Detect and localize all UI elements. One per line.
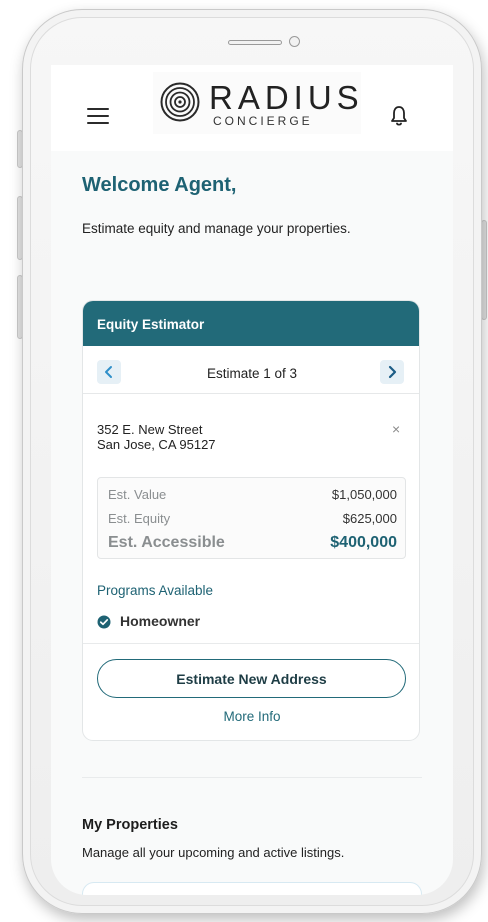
- est-accessible-row: Est. Accessible $400,000: [108, 534, 397, 552]
- est-value-label: Est. Value: [108, 487, 167, 502]
- app-screen: RADIUS CONCIERGE Welcome Agent, Estimate…: [51, 65, 453, 895]
- card-divider: [83, 643, 419, 644]
- logo-wordmark: RADIUS: [209, 79, 364, 116]
- estimate-counter: Estimate 1 of 3: [206, 366, 298, 381]
- address-line-1: 352 E. New Street: [97, 422, 203, 437]
- welcome-subtitle: Estimate equity and manage your properti…: [82, 221, 351, 236]
- phone-speaker: [228, 40, 282, 45]
- top-bar: RADIUS CONCIERGE: [51, 65, 453, 151]
- equity-estimator-card: Equity Estimator Estimate 1 of 3 352 E. …: [82, 300, 420, 741]
- address-line-2: San Jose, CA 95127: [97, 437, 216, 452]
- est-value-row: Est. Value $1,050,000: [108, 487, 397, 502]
- logo[interactable]: RADIUS CONCIERGE: [153, 72, 361, 134]
- equity-estimator-title: Equity Estimator: [83, 301, 419, 346]
- check-circle-icon: [97, 615, 111, 629]
- next-estimate-button[interactable]: [380, 360, 404, 384]
- est-equity-label: Est. Equity: [108, 511, 171, 526]
- property-address: 352 E. New Street San Jose, CA 95127: [97, 422, 216, 452]
- estimate-summary: Est. Value $1,050,000 Est. Equity $625,0…: [97, 477, 406, 559]
- estimate-new-address-button[interactable]: Estimate New Address: [97, 659, 406, 698]
- section-divider: [82, 777, 422, 778]
- program-homeowner: Homeowner: [120, 613, 201, 629]
- bell-icon[interactable]: [390, 105, 408, 127]
- welcome-title: Welcome Agent,: [82, 174, 237, 196]
- est-equity-amount: $625,000: [342, 511, 397, 526]
- programs-available-title: Programs Available: [97, 583, 214, 598]
- logo-subtitle: CONCIERGE: [213, 114, 313, 128]
- est-accessible-amount: $400,000: [330, 534, 397, 551]
- my-properties-subtitle: Manage all your upcoming and active list…: [82, 845, 345, 860]
- est-value-amount: $1,050,000: [331, 487, 397, 502]
- close-icon[interactable]: ×: [392, 421, 400, 437]
- estimate-pager: Estimate 1 of 3: [83, 346, 419, 394]
- phone-camera: [289, 36, 300, 47]
- hamburger-menu-icon[interactable]: [87, 108, 109, 124]
- concentric-circles-icon: [160, 82, 200, 122]
- more-info-link[interactable]: More Info: [83, 709, 419, 724]
- est-accessible-label: Est. Accessible: [108, 534, 225, 551]
- chevron-right-icon: [388, 365, 397, 379]
- my-properties-title: My Properties: [82, 817, 178, 833]
- est-equity-row: Est. Equity $625,000: [108, 511, 397, 526]
- property-card[interactable]: [82, 882, 422, 895]
